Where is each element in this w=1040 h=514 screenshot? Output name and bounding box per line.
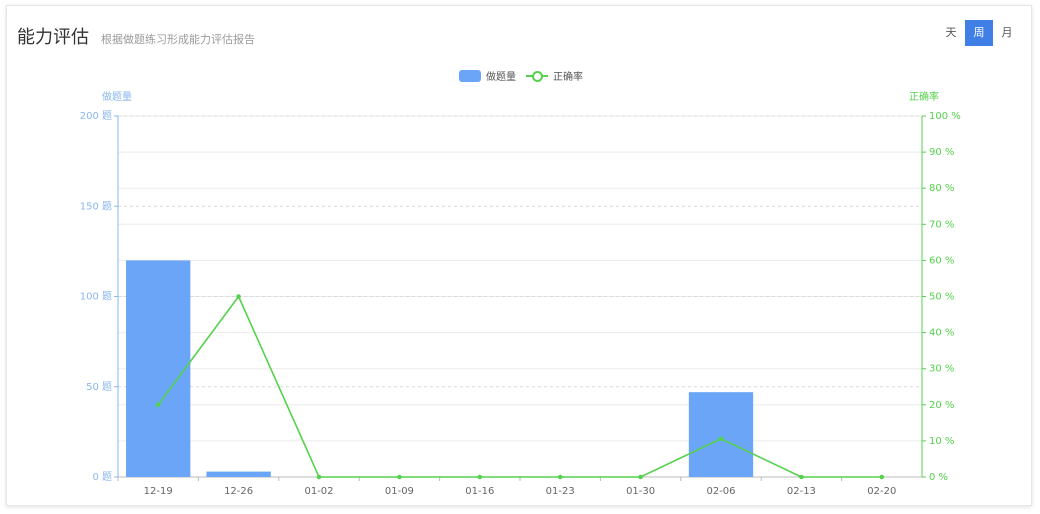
left-axis-title: 做题量 — [102, 90, 132, 103]
x-tick-label: 02-13 — [787, 486, 816, 497]
right-tick-label: 10 % — [929, 436, 954, 447]
x-tick-label: 01-16 — [465, 486, 494, 497]
bar-volume-12-19 — [126, 260, 191, 477]
x-tick-label: 01-09 — [385, 486, 414, 497]
point-accuracy-01-02 — [316, 474, 322, 480]
x-tick-label: 01-30 — [626, 486, 655, 497]
right-tick-label: 80 % — [929, 183, 954, 194]
point-accuracy-01-16 — [477, 474, 483, 480]
right-tick-label: 30 % — [929, 364, 954, 375]
right-tick-label: 50 % — [929, 292, 954, 303]
right-tick-label: 100 % — [929, 111, 961, 122]
right-tick-label: 60 % — [929, 255, 954, 266]
bar-volume-02-06 — [688, 392, 754, 477]
left-tick-label: 150 题 — [80, 200, 112, 212]
right-tick-label: 70 % — [929, 219, 954, 230]
point-accuracy-02-20 — [879, 474, 885, 480]
point-accuracy-02-06 — [718, 436, 724, 442]
left-tick-label: 100 题 — [80, 291, 112, 303]
x-tick-label: 12-26 — [224, 486, 253, 497]
point-accuracy-12-26 — [236, 294, 241, 299]
point-accuracy-01-30 — [638, 474, 643, 480]
x-tick-label: 02-06 — [706, 486, 735, 497]
bar-volume-12-26 — [206, 471, 271, 477]
point-accuracy-01-09 — [397, 474, 402, 480]
right-tick-label: 40 % — [929, 328, 954, 339]
point-accuracy-01-23 — [557, 474, 563, 480]
point-accuracy-02-13 — [799, 474, 804, 480]
right-tick-label: 20 % — [929, 400, 954, 411]
combo-chart: 做题量 正确率 0 题 50 题 100 题 150 题 200 题 0 % 10 % 20 % 3… — [80, 90, 961, 497]
right-axis-title: 正确率 — [909, 90, 939, 103]
left-tick-label: 200 题 — [80, 110, 112, 122]
x-tick-label: 02-20 — [867, 486, 896, 497]
left-tick-label: 0 题 — [92, 471, 112, 483]
left-tick-label: 50 题 — [86, 381, 112, 393]
x-tick-label: 01-02 — [304, 486, 333, 497]
point-accuracy-12-19 — [155, 402, 161, 408]
x-tick-label: 12-19 — [144, 486, 173, 497]
right-tick-label: 90 % — [929, 147, 954, 158]
ability-assessment-card: 能力评估 根据做题练习形成能力评估报告 天 周 月 做题量 正确率 做题量 正确率… — [6, 5, 1032, 506]
x-tick-label: 01-23 — [546, 486, 575, 497]
right-tick-label: 0 % — [929, 472, 948, 483]
